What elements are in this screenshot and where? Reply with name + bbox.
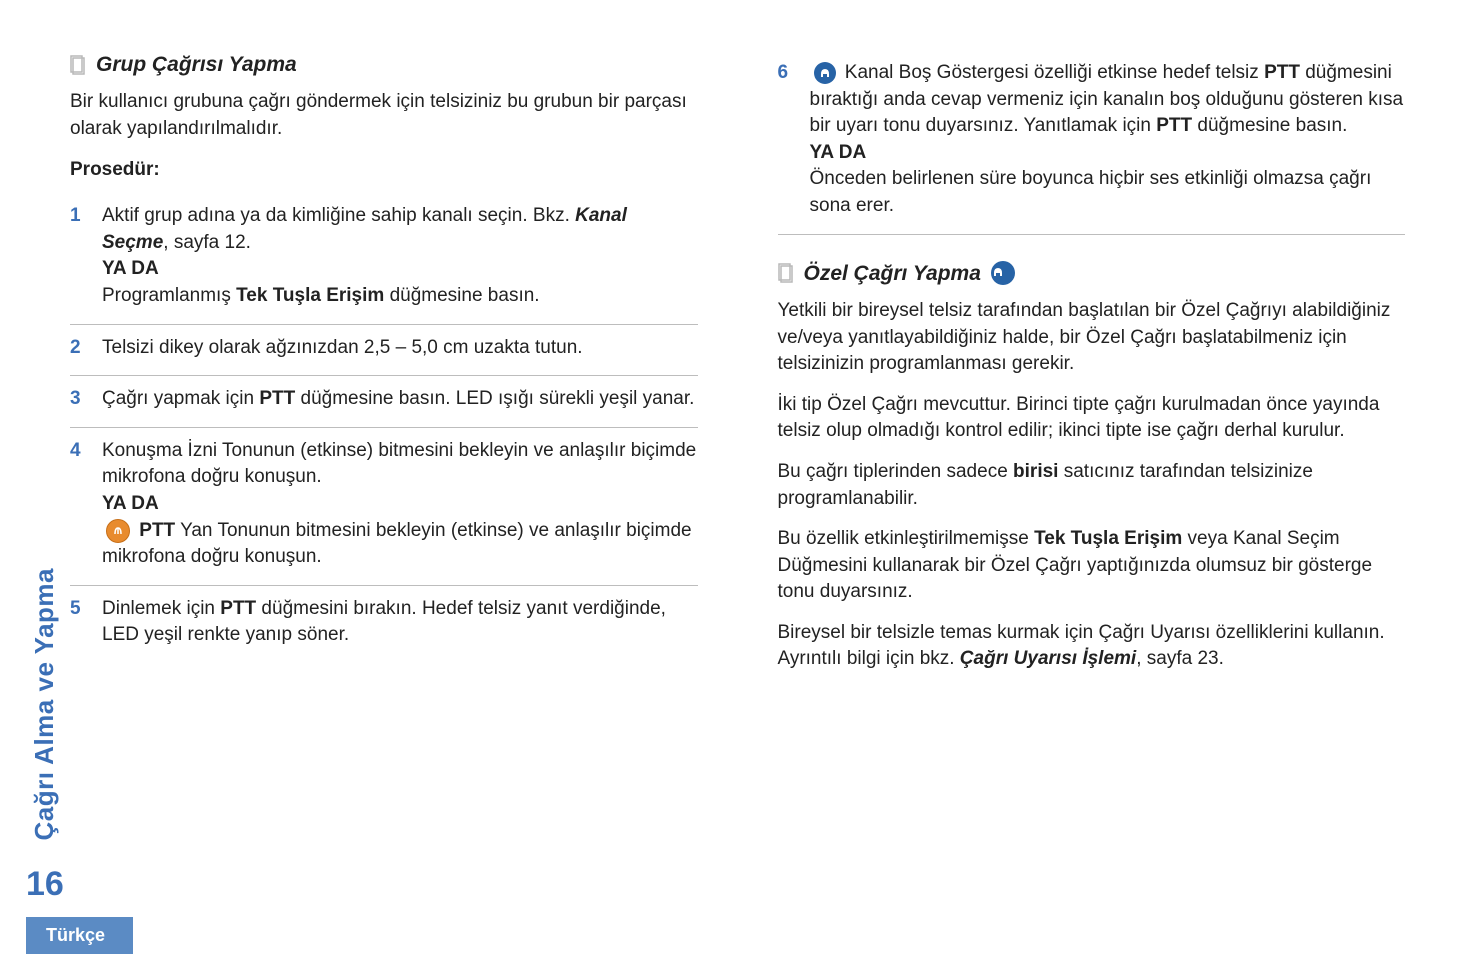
bold-term: PTT — [1264, 62, 1300, 83]
step-1: 1 Aktif grup adına ya da kimliğine sahip… — [70, 193, 698, 324]
bold-term: Tek Tuşla Erişim — [1034, 528, 1182, 549]
step-text: düğmesine basın. — [384, 285, 539, 306]
headset-icon — [991, 261, 1015, 285]
heading-text: Grup Çağrısı Yapma — [96, 50, 297, 79]
paragraph: İki tip Özel Çağrı mevcuttur. Birinci ti… — [778, 392, 1406, 445]
step-body: Telsizi dikey olarak ağzınızdan 2,5 – 5,… — [102, 335, 698, 362]
section-title-vertical: Çağrı Alma ve Yapma — [29, 568, 60, 841]
intro-paragraph: Bir kullanıcı grubuna çağrı göndermek iç… — [70, 89, 698, 142]
step-text: Dinlemek için — [102, 598, 220, 619]
left-column: Grup Çağrısı Yapma Bir kullanıcı grubuna… — [70, 50, 698, 687]
bold-term: birisi — [1013, 461, 1058, 482]
paragraph: Bu çağrı tiplerinden sadece birisi satıc… — [778, 459, 1406, 512]
section-heading-private-call: Özel Çağrı Yapma — [778, 259, 1406, 288]
right-column: 6 Kanal Boş Göstergesi özelliği etkinse … — [778, 50, 1406, 687]
language-footer: Türkçe — [26, 917, 133, 954]
step-body: Dinlemek için PTT düğmesini bırakın. Hed… — [102, 596, 698, 649]
text: Bu çağrı tiplerinden sadece — [778, 461, 1014, 482]
step-3: 3 Çağrı yapmak için PTT düğmesine basın.… — [70, 376, 698, 428]
step-number: 5 — [70, 596, 88, 649]
step-body: Aktif grup adına ya da kimliğine sahip k… — [102, 203, 698, 309]
step-text: Yan Tonunun bitmesini bekleyin (etkinse)… — [102, 520, 692, 568]
step-4: 4 Konuşma İzni Tonunun (etkinse) bitmesi… — [70, 428, 698, 586]
step-number: 3 — [70, 386, 88, 413]
antenna-icon — [106, 519, 130, 543]
bold-term: PTT — [220, 598, 256, 619]
document-icon — [70, 55, 86, 75]
page-ref: , sayfa 12. — [163, 232, 251, 253]
paragraph: Bireysel bir telsizle temas kurmak için … — [778, 620, 1406, 673]
or-label: YA DA — [102, 493, 159, 514]
step-number: 2 — [70, 335, 88, 362]
step-body: Çağrı yapmak için PTT düğmesine basın. L… — [102, 386, 698, 413]
step-text: Çağrı yapmak için — [102, 388, 259, 409]
step-number: 6 — [778, 60, 796, 220]
step-6: 6 Kanal Boş Göstergesi özelliği etkinse … — [778, 50, 1406, 235]
step-body: Kanal Boş Göstergesi özelliği etkinse he… — [810, 60, 1406, 220]
document-icon — [778, 263, 794, 283]
bold-term: PTT — [139, 520, 175, 541]
step-text: Aktif grup adına ya da kimliğine sahip k… — [102, 205, 575, 226]
step-number: 4 — [70, 438, 88, 571]
procedure-label: Prosedür: — [70, 157, 698, 184]
or-label: YA DA — [810, 142, 867, 163]
step-number: 1 — [70, 203, 88, 309]
step-text: Kanal Boş Göstergesi özelliği etkinse he… — [840, 62, 1265, 83]
left-sidebar: Çağrı Alma ve Yapma 16 — [26, 568, 64, 904]
bold-term: PTT — [1156, 115, 1192, 136]
heading-text: Özel Çağrı Yapma — [804, 259, 981, 288]
section-heading-group-call: Grup Çağrısı Yapma — [70, 50, 698, 79]
step-5: 5 Dinlemek için PTT düğmesini bırakın. H… — [70, 586, 698, 663]
bold-term: PTT — [259, 388, 295, 409]
paragraph: Yetkili bir bireysel telsiz tarafından b… — [778, 298, 1406, 378]
page-number: 16 — [26, 865, 64, 904]
bold-term: Tek Tuşla Erişim — [236, 285, 384, 306]
link-ref: Çağrı Uyarısı İşlemi — [960, 648, 1136, 669]
paragraph: Bu özellik etkinleştirilmemişse Tek Tuşl… — [778, 526, 1406, 606]
or-label: YA DA — [102, 258, 159, 279]
text: , sayfa 23. — [1136, 648, 1224, 669]
step-body: Konuşma İzni Tonunun (etkinse) bitmesini… — [102, 438, 698, 571]
step-text: Konuşma İzni Tonunun (etkinse) bitmesini… — [102, 440, 696, 488]
step-text: düğmesine basın. LED ışığı sürekli yeşil… — [295, 388, 694, 409]
step-2: 2 Telsizi dikey olarak ağzınızdan 2,5 – … — [70, 325, 698, 377]
step-text: Programlanmış — [102, 285, 236, 306]
headset-icon — [814, 62, 836, 84]
step-text: düğmesine basın. — [1192, 115, 1347, 136]
step-text: Önceden belirlenen süre boyunca hiçbir s… — [810, 168, 1372, 216]
text: Bu özellik etkinleştirilmemişse — [778, 528, 1035, 549]
